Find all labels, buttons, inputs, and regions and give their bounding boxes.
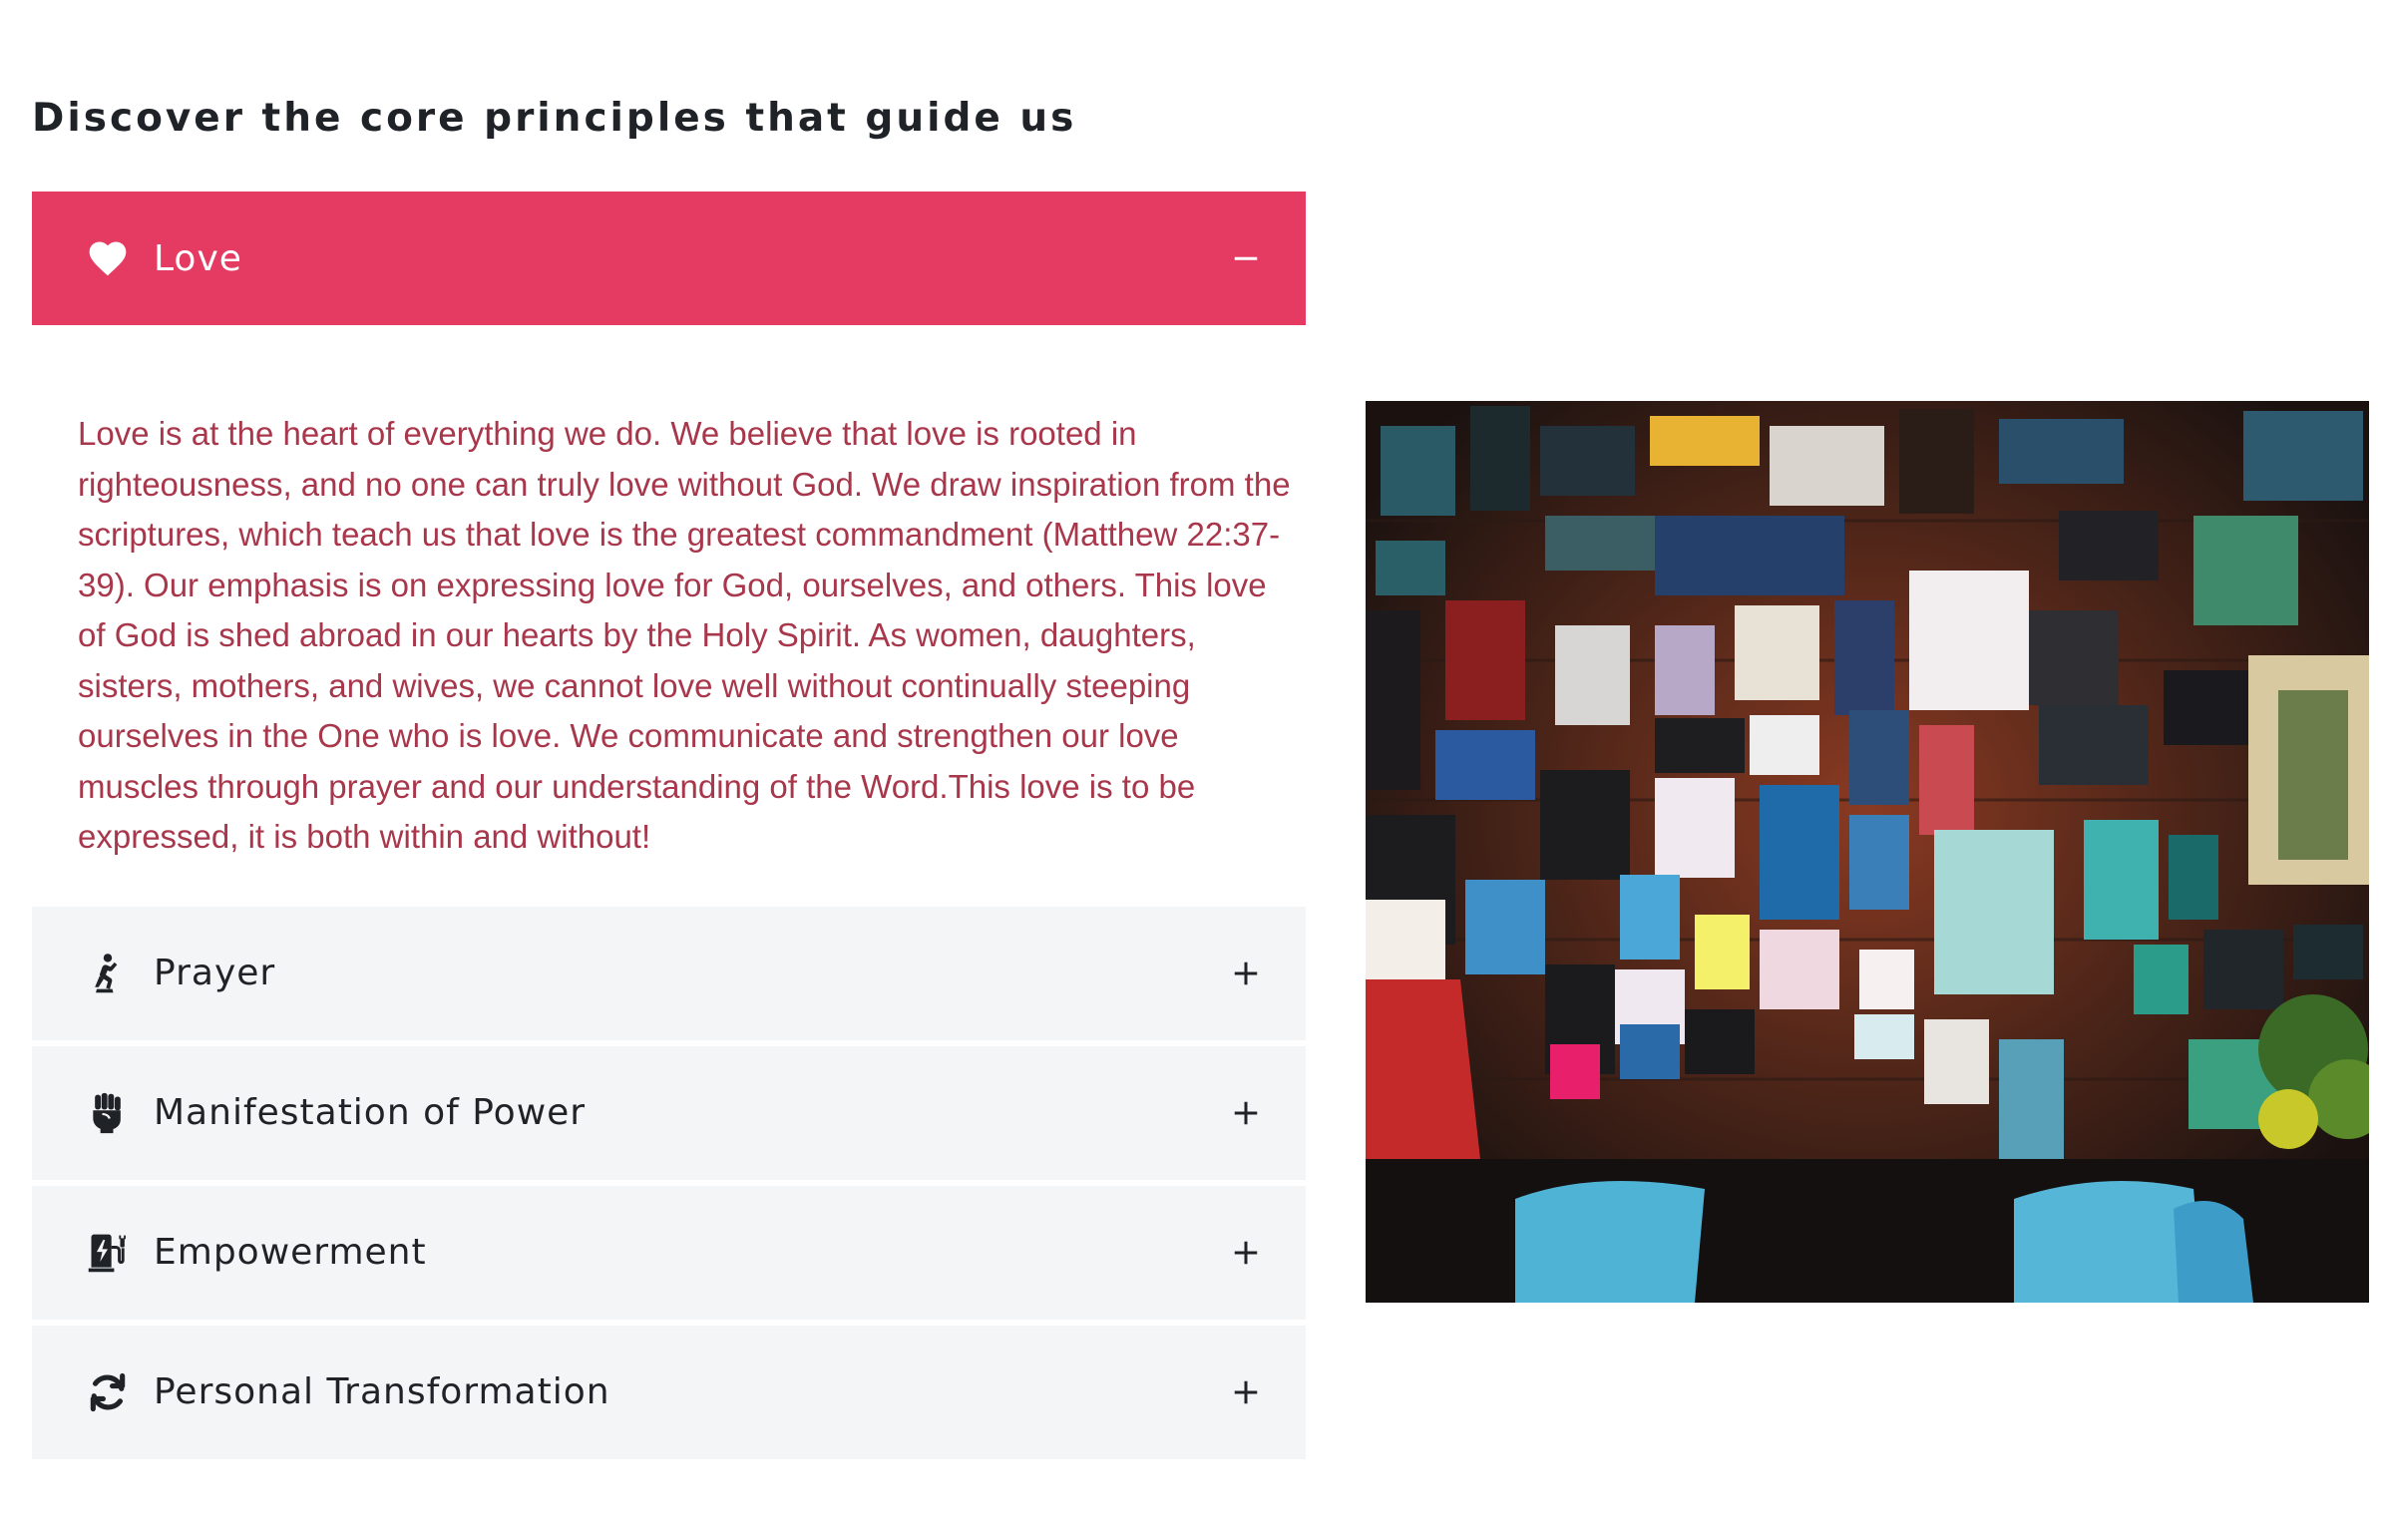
accordion-title: Manifestation of Power <box>154 1092 587 1133</box>
plus-icon[interactable] <box>1230 1097 1262 1129</box>
sync-arrows-icon <box>84 1368 132 1416</box>
raised-fist-icon <box>84 1089 132 1137</box>
accordion-title: Prayer <box>154 953 276 993</box>
accordion-header-manifestation-of-power[interactable]: Manifestation of Power <box>32 1045 1306 1180</box>
accordion-header-personal-transformation[interactable]: Personal Transformation <box>32 1325 1306 1459</box>
accordion-title: Empowerment <box>154 1232 427 1273</box>
charging-station-icon <box>84 1229 132 1277</box>
photo-wall-of-signs <box>1366 401 2369 1303</box>
accordion-title: Personal Transformation <box>154 1371 610 1412</box>
minus-icon[interactable] <box>1230 242 1262 274</box>
accordion-header-empowerment[interactable]: Empowerment <box>32 1185 1306 1320</box>
plus-icon[interactable] <box>1230 958 1262 989</box>
accordion-header-love[interactable]: Love <box>32 192 1306 325</box>
heart-icon <box>84 234 132 282</box>
principles-accordion: Love Love is at the heart of everything … <box>32 192 1306 1459</box>
praying-person-icon <box>84 950 132 997</box>
plus-icon[interactable] <box>1230 1237 1262 1269</box>
accordion-header-prayer[interactable]: Prayer <box>32 906 1306 1040</box>
section-heading: Discover the core principles that guide … <box>32 96 1077 141</box>
accordion-body-love: Love is at the heart of everything we do… <box>78 415 1291 855</box>
accordion-title: Love <box>154 237 242 279</box>
plus-icon[interactable] <box>1230 1376 1262 1408</box>
